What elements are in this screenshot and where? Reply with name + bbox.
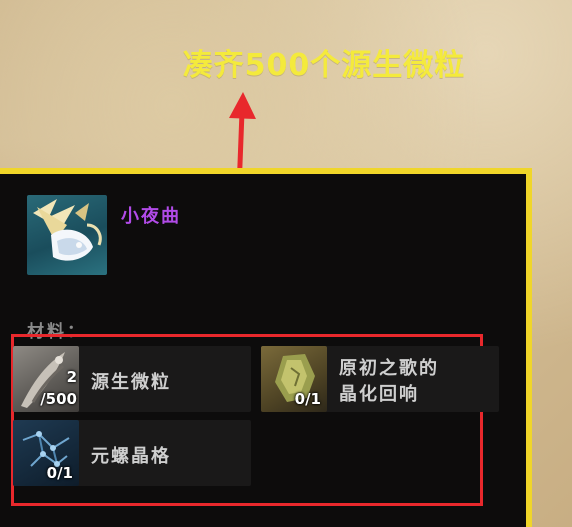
- material-name: 元螺晶格: [91, 446, 171, 467]
- material-card-helix-lattice[interactable]: 0/1 元螺晶格: [13, 420, 251, 486]
- material-card-primal-song-crystal[interactable]: 0/1 原初之歌的 晶化回响: [261, 346, 499, 412]
- material-card-primordial-particle[interactable]: 2 /500 源生微粒: [13, 346, 251, 412]
- material-have-count: 2: [66, 368, 77, 386]
- material-name: 源生微粒: [91, 372, 171, 393]
- annotation-text: 凑齐500个源生微粒: [182, 48, 466, 83]
- material-count: 0/1: [294, 390, 321, 408]
- material-count: 0/1: [46, 464, 73, 482]
- material-name-line1: 原初之歌的: [339, 358, 439, 379]
- item-name: 小夜曲: [121, 206, 181, 227]
- material-name-line2: 晶化回响: [339, 384, 419, 405]
- serenade-weapon-icon: [27, 195, 107, 275]
- material-need-count: /500: [40, 390, 77, 408]
